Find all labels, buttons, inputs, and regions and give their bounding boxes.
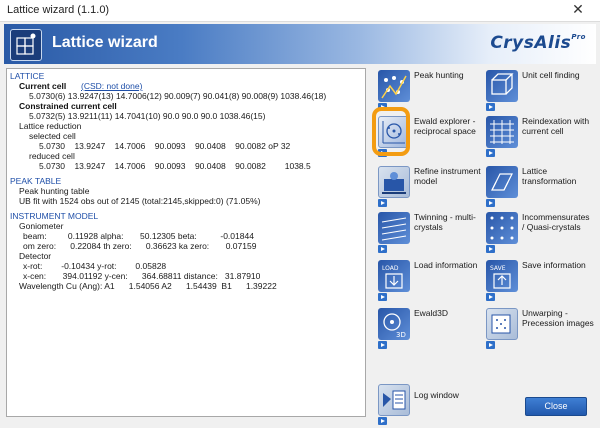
lattice-transformation-icon	[486, 166, 518, 198]
tool-incommensurates[interactable]: Incommensurates / Quasi-crystals	[482, 210, 594, 256]
lattice-reduction-label: Lattice reduction	[19, 121, 82, 131]
tool-label: Save information	[522, 260, 586, 270]
run-icon[interactable]	[486, 293, 495, 301]
tool-label: Load information	[414, 260, 478, 270]
tool-ewald3d[interactable]: 3D Ewald3D	[374, 306, 486, 352]
instrument-model-section-header: INSTRUMENT MODEL	[10, 211, 99, 221]
constrained-cell-values: 5.0732(5) 13.9211(11) 14.7041(10) 90.0 9…	[29, 111, 266, 121]
svg-text:LOAD: LOAD	[382, 265, 399, 272]
save-information-icon: SAVE	[486, 260, 518, 292]
run-icon[interactable]	[378, 293, 387, 301]
header-banner: Lattice wizard CrysAlisPro	[4, 24, 596, 64]
twinning-icon	[378, 212, 410, 244]
run-icon[interactable]	[486, 341, 495, 349]
reduced-cell-label: reduced cell	[29, 151, 75, 161]
close-button[interactable]: Close	[525, 397, 587, 416]
unit-cell-icon	[486, 70, 518, 102]
tool-unwarping[interactable]: Unwarping - Precession images	[482, 306, 594, 352]
window-close-icon[interactable]: ✕	[556, 0, 600, 21]
x-rot-line: x-rot: -0.10434 y-rot: 0.05828	[23, 261, 167, 271]
tool-twinning[interactable]: Twinning - multi-crystals	[374, 210, 486, 256]
window-title: Lattice wizard (1.1.0)	[7, 4, 110, 16]
run-icon[interactable]	[486, 199, 495, 207]
tool-label: Incommensurates / Quasi-crystals	[522, 212, 590, 232]
tool-refine-instrument-model[interactable]: Refine instrument model	[374, 164, 486, 210]
ewald3d-icon: 3D	[378, 308, 410, 340]
lattice-wizard-icon	[10, 29, 42, 61]
tool-load-information[interactable]: LOAD Load information	[374, 258, 486, 304]
window-titlebar: Lattice wizard (1.1.0) ✕	[0, 0, 600, 22]
tool-label: Ewald explorer - reciprocal space	[414, 116, 476, 136]
csd-link[interactable]: (CSD: not done)	[81, 81, 142, 91]
tool-label: Ewald3D	[414, 308, 449, 318]
incommensurates-icon	[486, 212, 518, 244]
run-icon[interactable]	[486, 149, 495, 157]
current-cell-label: Current cell	[19, 81, 67, 91]
peak-hunting-table-line: Peak hunting table	[19, 186, 90, 196]
instrument-icon	[378, 166, 410, 198]
lattice-section-header: LATTICE	[10, 71, 45, 81]
tool-label: Log window	[414, 390, 459, 400]
reindexation-icon	[486, 116, 518, 148]
goniometer-label: Goniometer	[19, 221, 64, 231]
peak-table-section-header: PEAK TABLE	[10, 176, 62, 186]
peak-hunting-icon	[378, 70, 410, 102]
run-icon[interactable]	[378, 341, 387, 349]
lattice-info-panel: LATTICE Current cell (CSD: not done) 5.0…	[6, 68, 366, 417]
tool-log-window[interactable]: Log window	[374, 382, 486, 428]
tool-lattice-transformation[interactable]: Lattice transformation	[482, 164, 594, 210]
run-icon[interactable]	[378, 199, 387, 207]
tool-label: Peak hunting	[414, 70, 464, 80]
om-zero-line: om zero: 0.22084 th zero: 0.36623 ka zer…	[23, 241, 257, 251]
selected-cell-values: 5.0730 13.9247 14.7006 90.0093 90.0408 9…	[39, 141, 291, 151]
svg-text:3D: 3D	[396, 331, 406, 339]
tool-label: Unwarping - Precession images	[522, 308, 594, 328]
detector-label: Detector	[19, 251, 52, 261]
run-icon[interactable]	[378, 417, 387, 425]
log-window-icon	[378, 384, 410, 416]
load-information-icon: LOAD	[378, 260, 410, 292]
x-cen-line: x-cen: 394.01192 y-cen: 364.68811 distan…	[23, 271, 261, 281]
reduced-cell-values: 5.0730 13.9247 14.7006 90.0093 90.0408 9…	[39, 161, 311, 171]
tool-label: Twinning - multi-crystals	[414, 212, 476, 232]
beam-line: beam: 0.11928 alpha: 50.12305 beta: -0.0…	[23, 231, 254, 241]
run-icon[interactable]	[486, 245, 495, 253]
tool-reindexation[interactable]: Reindexation with current cell	[482, 114, 594, 160]
tool-label: Refine instrument model	[414, 166, 481, 186]
brand-logo: CrysAlisPro	[490, 33, 586, 53]
tool-label: Reindexation with current cell	[522, 116, 590, 136]
run-icon[interactable]	[486, 103, 495, 111]
tool-save-information[interactable]: SAVE Save information	[482, 258, 594, 304]
wizard-title: Lattice wizard	[52, 34, 158, 51]
wavelength-line: Wavelength Cu (Ang): A1 1.54056 A2 1.544…	[19, 281, 277, 291]
tool-label: Unit cell finding	[522, 70, 580, 80]
unwarping-icon	[486, 308, 518, 340]
run-icon[interactable]	[378, 245, 387, 253]
constrained-cell-label: Constrained current cell	[19, 101, 117, 111]
tool-label: Lattice transformation	[522, 166, 577, 186]
selected-cell-label: selected cell	[29, 131, 76, 141]
ewald-explorer-highlight	[372, 107, 410, 156]
svg-text:SAVE: SAVE	[490, 265, 506, 272]
ub-fit-line: UB fit with 1524 obs out of 2145 (total:…	[19, 196, 261, 206]
tool-unit-cell-finding[interactable]: Unit cell finding	[482, 68, 594, 114]
current-cell-values: 5.0730(6) 13.9247(13) 14.7006(12) 90.009…	[29, 91, 327, 101]
